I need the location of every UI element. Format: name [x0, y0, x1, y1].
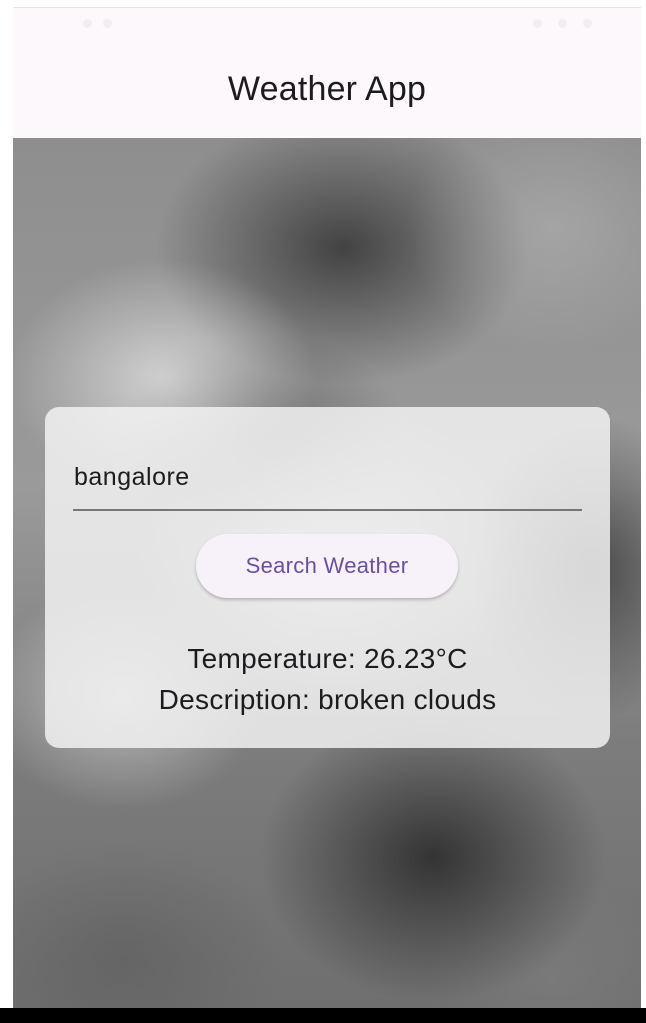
status-bar [13, 8, 641, 42]
city-input[interactable] [73, 445, 582, 511]
signal-icon [558, 19, 567, 28]
phone-screen: Weather App Search Weather Temperature: … [13, 7, 641, 1009]
weather-card: Search Weather Temperature: 26.23°C Desc… [45, 407, 610, 748]
search-weather-button[interactable]: Search Weather [196, 534, 458, 598]
battery-icon [583, 19, 592, 28]
cloudy-sky-background: Search Weather Temperature: 26.23°C Desc… [13, 138, 641, 1009]
system-navigation-bar [0, 1008, 646, 1023]
app-title: Weather App [227, 69, 427, 108]
status-icon [103, 19, 112, 28]
temperature-text: Temperature: 26.23°C [187, 643, 468, 674]
app-bar: Weather App [13, 42, 641, 138]
wifi-icon [533, 19, 542, 28]
description-text: Description: broken clouds [158, 684, 497, 715]
status-icon [83, 19, 92, 28]
